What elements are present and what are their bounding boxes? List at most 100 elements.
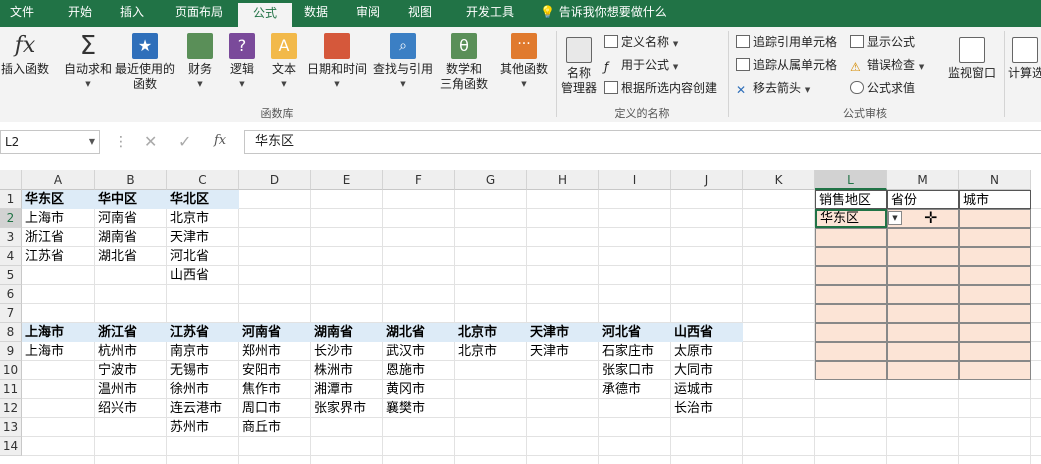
city-cell[interactable]: 承德市 — [599, 380, 671, 399]
remove-arrows-button[interactable]: ✕ 移去箭头 ▼ — [736, 81, 810, 98]
tab-review[interactable]: 审阅 — [346, 0, 390, 27]
column-header[interactable]: E — [311, 170, 383, 190]
province-header-cell[interactable]: 湖南省 — [311, 323, 383, 342]
city-cell[interactable]: 温州市 — [95, 380, 167, 399]
formula-input[interactable]: 华东区 — [244, 130, 1041, 154]
logical-button[interactable]: ? 逻辑 ▼ — [222, 33, 262, 92]
form-input-cell[interactable] — [815, 361, 887, 380]
city-cell[interactable]: 大同市 — [671, 361, 743, 380]
column-header[interactable]: K — [743, 170, 815, 190]
region-province-cell[interactable]: 北京市 — [167, 209, 239, 228]
city-cell[interactable]: 周口市 — [239, 399, 311, 418]
datetime-button[interactable]: 日期和时间 ▼ — [304, 33, 370, 92]
province-header-cell[interactable]: 浙江省 — [95, 323, 167, 342]
column-header[interactable]: J — [671, 170, 743, 190]
create-from-selection-button[interactable]: 根据所选内容创建 — [604, 81, 717, 96]
row-header[interactable]: 12 — [0, 399, 22, 418]
tab-data[interactable]: 数据 — [294, 0, 338, 27]
city-cell[interactable]: 株洲市 — [311, 361, 383, 380]
form-input-cell[interactable] — [815, 304, 887, 323]
lookup-button[interactable]: ⌕ 查找与引用 ▼ — [370, 33, 436, 92]
region-province-cell[interactable]: 浙江省 — [22, 228, 95, 247]
column-header[interactable]: N — [959, 170, 1031, 190]
city-cell[interactable]: 徐州市 — [167, 380, 239, 399]
insert-function-icon[interactable]: fx — [214, 133, 226, 148]
tab-formulas[interactable]: 公式 — [238, 3, 292, 27]
column-header[interactable]: A — [22, 170, 95, 190]
form-input-cell[interactable] — [887, 342, 959, 361]
insert-function-button[interactable]: fx 插入函数 — [0, 33, 50, 77]
city-cell[interactable]: 安阳市 — [239, 361, 311, 380]
row-header[interactable]: 14 — [0, 437, 22, 456]
city-cell[interactable]: 天津市 — [527, 342, 599, 361]
province-header-cell[interactable]: 山西省 — [671, 323, 743, 342]
enter-check-icon[interactable]: ✓ — [178, 132, 191, 151]
column-header[interactable]: F — [383, 170, 455, 190]
province-header-cell[interactable]: 天津市 — [527, 323, 599, 342]
column-header[interactable]: L — [815, 170, 887, 190]
more-functions-button[interactable]: ··· 其他函数 ▼ — [494, 33, 554, 92]
column-header[interactable]: D — [239, 170, 311, 190]
city-cell[interactable]: 黄冈市 — [383, 380, 455, 399]
city-cell[interactable]: 郑州市 — [239, 342, 311, 361]
define-name-button[interactable]: 定义名称 ▼ — [604, 35, 678, 52]
region-province-cell[interactable]: 湖北省 — [95, 247, 167, 266]
active-cell-region[interactable]: 华东区 — [815, 209, 887, 228]
show-formulas-button[interactable]: 显示公式 — [850, 35, 915, 50]
row-header[interactable]: 7 — [0, 304, 22, 323]
city-cell[interactable]: 无锡市 — [167, 361, 239, 380]
form-input-cell[interactable] — [959, 342, 1031, 361]
form-input-cell[interactable] — [815, 285, 887, 304]
form-header-cell[interactable]: 销售地区 — [815, 190, 887, 209]
region-province-cell[interactable]: 河南省 — [95, 209, 167, 228]
financial-button[interactable]: 财务 ▼ — [180, 33, 220, 92]
city-cell[interactable]: 苏州市 — [167, 418, 239, 437]
watch-window-button[interactable]: 监视窗口 — [944, 37, 1000, 81]
tell-me-box[interactable]: 💡 告诉我你想要做什么 — [540, 0, 667, 27]
city-cell[interactable]: 张家界市 — [311, 399, 383, 418]
region-header-cell[interactable]: 华北区 — [167, 190, 239, 209]
city-cell[interactable]: 杭州市 — [95, 342, 167, 361]
form-header-cell[interactable]: 城市 — [959, 190, 1031, 209]
form-input-cell[interactable] — [815, 266, 887, 285]
form-input-cell[interactable] — [959, 323, 1031, 342]
city-cell[interactable]: 宁波市 — [95, 361, 167, 380]
form-input-cell[interactable] — [887, 228, 959, 247]
column-header[interactable]: B — [95, 170, 167, 190]
row-header[interactable]: 5 — [0, 266, 22, 285]
tab-page-layout[interactable]: 页面布局 — [160, 0, 238, 27]
province-header-cell[interactable]: 江苏省 — [167, 323, 239, 342]
tab-insert[interactable]: 插入 — [108, 0, 156, 27]
city-cell[interactable]: 武汉市 — [383, 342, 455, 361]
province-header-cell[interactable]: 上海市 — [22, 323, 95, 342]
use-in-formula-button[interactable]: ƒ 用于公式 ▼ — [604, 58, 678, 75]
row-header[interactable]: 8 — [0, 323, 22, 342]
form-input-cell[interactable] — [959, 285, 1031, 304]
province-header-cell[interactable]: 河南省 — [239, 323, 311, 342]
column-header[interactable]: C — [167, 170, 239, 190]
form-header-cell[interactable]: 省份 — [887, 190, 959, 209]
evaluate-formula-button[interactable]: 公式求值 — [850, 81, 915, 96]
error-checking-button[interactable]: ⚠ 错误检查 ▼ — [850, 58, 924, 75]
city-cell[interactable]: 南京市 — [167, 342, 239, 361]
column-header[interactable]: M — [887, 170, 959, 190]
form-input-cell[interactable] — [815, 323, 887, 342]
recent-functions-button[interactable]: ★ 最近使用的 函数 — [112, 33, 178, 92]
row-header[interactable]: 10 — [0, 361, 22, 380]
form-input-cell[interactable] — [815, 228, 887, 247]
city-cell[interactable]: 长沙市 — [311, 342, 383, 361]
region-province-cell[interactable]: 河北省 — [167, 247, 239, 266]
chevron-down-icon[interactable]: ▼ — [89, 131, 95, 153]
form-input-cell[interactable] — [959, 247, 1031, 266]
row-header[interactable]: 1 — [0, 190, 22, 209]
row-header[interactable]: 3 — [0, 228, 22, 247]
row-header[interactable]: 6 — [0, 285, 22, 304]
form-input-cell[interactable] — [887, 247, 959, 266]
city-cell[interactable]: 恩施市 — [383, 361, 455, 380]
city-cell[interactable]: 绍兴市 — [95, 399, 167, 418]
form-input-cell[interactable] — [887, 361, 959, 380]
form-input-cell[interactable] — [887, 266, 959, 285]
cancel-icon[interactable]: ✕ — [144, 132, 157, 151]
form-input-cell[interactable] — [887, 304, 959, 323]
tab-view[interactable]: 视图 — [398, 0, 442, 27]
